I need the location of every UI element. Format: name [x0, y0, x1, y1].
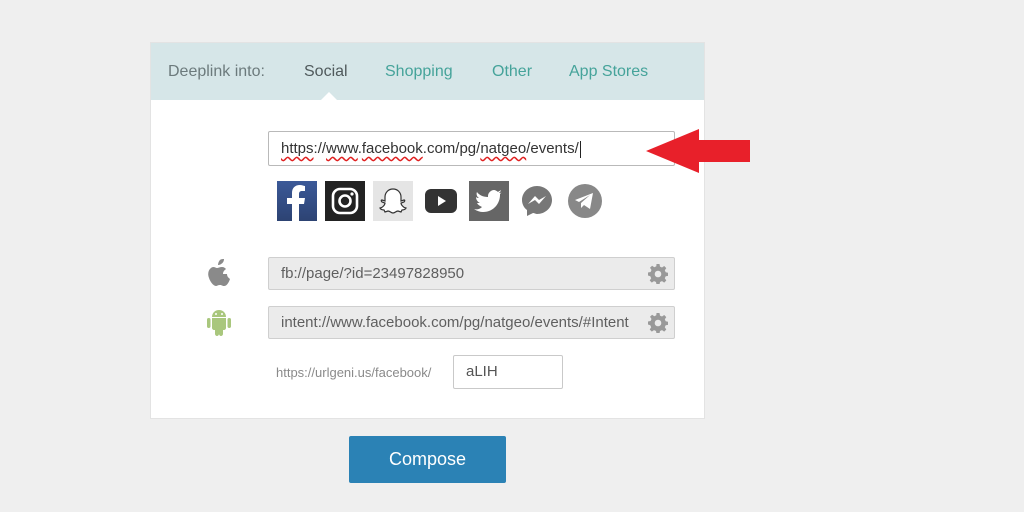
url-text-part: /events/: [526, 140, 579, 157]
url-text-part: .com/pg/: [422, 140, 481, 157]
url-text-part: www: [326, 140, 358, 157]
source-url-input[interactable]: https://www.facebook.com/pg/natgeo/event…: [268, 131, 675, 166]
url-text-part: https: [281, 140, 314, 157]
messenger-icon[interactable]: [517, 181, 557, 221]
short-link-prefix: https://urlgeni.us/facebook/: [276, 365, 432, 380]
android-icon: [205, 307, 233, 337]
compose-button[interactable]: Compose: [349, 436, 506, 483]
url-text-part: natgeo: [480, 140, 527, 157]
gear-icon[interactable]: [648, 313, 669, 334]
ios-link-text: fb://page/?id=23497828950: [281, 265, 465, 282]
deeplink-into-label: Deeplink into:: [168, 63, 265, 80]
deeplink-card: Deeplink into: Social Shopping Other App…: [150, 42, 705, 419]
tab-shopping[interactable]: Shopping: [385, 63, 453, 81]
facebook-icon[interactable]: [277, 181, 317, 221]
youtube-icon[interactable]: [421, 181, 461, 221]
ios-link-field[interactable]: fb://page/?id=23497828950: [268, 257, 675, 290]
apple-icon: [205, 258, 233, 288]
tab-app-stores[interactable]: App Stores: [569, 63, 648, 81]
android-link-field[interactable]: intent://www.facebook.com/pg/natgeo/even…: [268, 306, 675, 339]
url-text-part: ://: [313, 140, 327, 157]
tab-other[interactable]: Other: [492, 63, 532, 81]
twitter-icon[interactable]: [469, 181, 509, 221]
short-link-alias-input[interactable]: aLIH: [453, 355, 563, 389]
tab-social[interactable]: Social: [304, 63, 348, 81]
deeplink-tab-bar: Deeplink into: Social Shopping Other App…: [151, 43, 704, 100]
red-arrow-annotation: [646, 129, 750, 173]
text-cursor: [579, 140, 581, 158]
active-tab-caret: [321, 92, 337, 100]
snapchat-icon[interactable]: [373, 181, 413, 221]
gear-icon[interactable]: [648, 264, 669, 285]
url-text-part: facebook: [361, 140, 423, 157]
android-link-text: intent://www.facebook.com/pg/natgeo/even…: [281, 314, 629, 331]
instagram-icon[interactable]: [325, 181, 365, 221]
telegram-icon[interactable]: [565, 181, 605, 221]
